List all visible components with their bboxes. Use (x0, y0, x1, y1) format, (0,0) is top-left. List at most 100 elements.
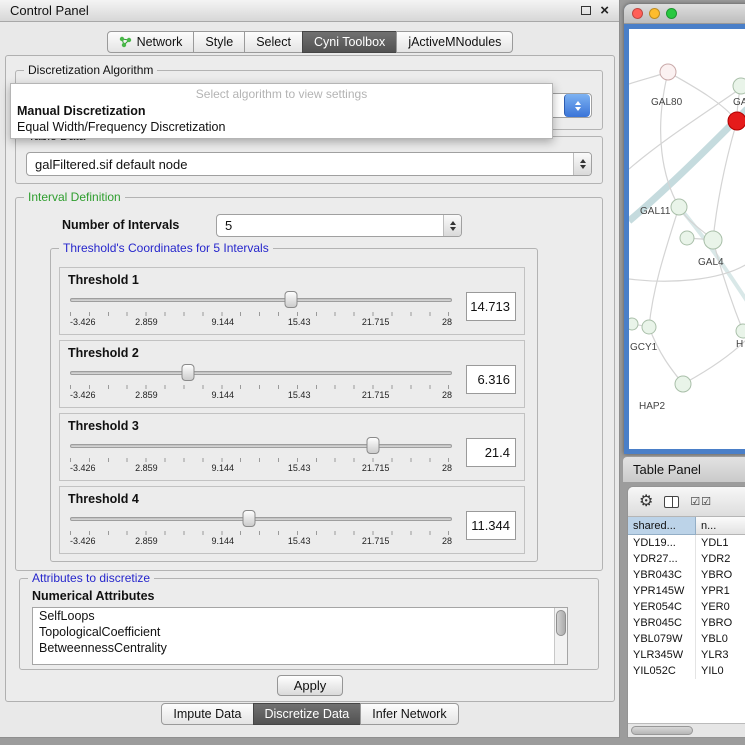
apply-button[interactable]: Apply (277, 675, 343, 696)
scale-label: 21.715 (362, 317, 390, 327)
close-traffic-light[interactable] (632, 8, 643, 19)
network-node[interactable] (675, 376, 691, 392)
network-node[interactable] (680, 231, 694, 245)
table-row[interactable]: YIL052CYIL0 (628, 663, 745, 679)
list-item[interactable]: SelfLoops (33, 608, 567, 624)
table-row[interactable]: YDR27...YDR2 (628, 551, 745, 567)
list-item[interactable]: BetweennessCentrality (33, 640, 567, 656)
table-row[interactable]: YPR145WYPR1 (628, 583, 745, 599)
combo-arrows-icon[interactable] (573, 153, 591, 175)
slider-track[interactable] (70, 517, 452, 521)
cyni-toolbox-panel: Discretization Algorithm Table Data galF… (5, 55, 615, 702)
scrollbar-thumb[interactable] (556, 610, 566, 636)
network-canvas[interactable]: GAL80 GA GAL11 GAL4 GCY1 HAP2 H (629, 29, 745, 449)
network-node[interactable] (704, 231, 722, 249)
network-node[interactable] (736, 324, 745, 338)
cell[interactable]: YLR345W (628, 647, 696, 663)
network-node[interactable] (660, 64, 676, 80)
float-window-icon[interactable] (581, 6, 591, 15)
table-panel-titlebar[interactable]: Table Panel (622, 456, 745, 482)
group-title: Threshold's Coordinates for 5 Intervals (59, 241, 273, 255)
minimize-traffic-light[interactable] (649, 8, 660, 19)
table-row[interactable]: YER054CYER0 (628, 599, 745, 615)
threshold-slider[interactable]: -3.426 2.859 9.144 15.43 21.715 28 (68, 508, 454, 550)
network-node[interactable] (671, 199, 687, 215)
scrollbar-thumb[interactable] (631, 726, 693, 735)
control-panel-titlebar[interactable]: Control Panel × (0, 0, 619, 22)
threshold-value-field[interactable]: 6.316 (466, 365, 516, 394)
threshold-slider[interactable]: -3.426 2.859 9.144 15.43 21.715 28 (68, 362, 454, 404)
gear-icon[interactable]: ⚙ (639, 494, 653, 510)
table-row[interactable]: YBL079WYBL0 (628, 631, 745, 647)
slider-track[interactable] (70, 371, 452, 375)
cell[interactable]: YDL19... (628, 535, 696, 551)
network-node[interactable] (629, 318, 638, 330)
number-of-intervals-combobox[interactable]: 5 (216, 214, 462, 237)
cell[interactable]: YER0 (696, 599, 745, 615)
cell[interactable]: YBR045C (628, 615, 696, 631)
group-title: Discretization Algorithm (24, 63, 157, 77)
slider-track[interactable] (70, 298, 452, 302)
threshold-value-field[interactable]: 14.713 (466, 292, 516, 321)
attributes-list[interactable]: SelfLoops TopologicalCoefficient Between… (32, 607, 568, 665)
table-horizontal-scrollbar[interactable] (628, 723, 745, 737)
cell[interactable]: YIL052C (628, 663, 696, 679)
scale-label: 28 (442, 317, 452, 327)
list-item[interactable]: TopologicalCoefficient (33, 624, 567, 640)
cell[interactable]: YBRO (696, 567, 745, 583)
threshold-value-field[interactable]: 11.344 (466, 511, 516, 540)
slider-thumb[interactable] (366, 437, 379, 454)
tab-jactivemnodules[interactable]: jActiveMNodules (396, 31, 513, 53)
scale-label: 15.43 (288, 536, 311, 546)
tab-select[interactable]: Select (244, 31, 303, 53)
slider-track[interactable] (70, 444, 452, 448)
slider-thumb[interactable] (181, 364, 194, 381)
cell[interactable]: YBL079W (628, 631, 696, 647)
network-node[interactable] (642, 320, 656, 334)
threshold-value-field[interactable]: 21.4 (466, 438, 516, 467)
zoom-traffic-light[interactable] (666, 8, 677, 19)
slider-scale: -3.426 2.859 9.144 15.43 21.715 28 (70, 463, 452, 475)
network-node[interactable] (733, 78, 745, 94)
combo-arrows-icon[interactable] (564, 94, 590, 117)
slider-thumb[interactable] (243, 510, 256, 527)
cell[interactable]: YBR043C (628, 567, 696, 583)
cell[interactable]: YDR27... (628, 551, 696, 567)
tab-network[interactable]: Network (107, 31, 195, 53)
tab-cyni-toolbox[interactable]: Cyni Toolbox (302, 31, 397, 53)
threshold-slider[interactable]: -3.426 2.859 9.144 15.43 21.715 28 (68, 435, 454, 477)
slider-thumb[interactable] (284, 291, 297, 308)
tab-infer-network[interactable]: Infer Network (360, 703, 458, 725)
cell[interactable]: YDR2 (696, 551, 745, 567)
select-all-checkboxes-icon[interactable]: ☑☑ (690, 495, 712, 508)
tab-discretize-data[interactable]: Discretize Data (253, 703, 362, 725)
columns-icon[interactable] (664, 496, 679, 508)
dropdown-item-manual-discretization[interactable]: Manual Discretization (11, 103, 552, 119)
threshold-slider[interactable]: -3.426 2.859 9.144 15.43 21.715 28 (68, 289, 454, 331)
network-window-titlebar[interactable] (624, 4, 745, 24)
cell[interactable]: YIL0 (696, 663, 745, 679)
table-data-combobox[interactable]: galFiltered.sif default node (26, 152, 592, 176)
cell[interactable]: YER054C (628, 599, 696, 615)
tab-style[interactable]: Style (193, 31, 245, 53)
cell[interactable]: YDL1 (696, 535, 745, 551)
table-row[interactable]: YBR045CYBRO (628, 615, 745, 631)
network-node-selected[interactable] (728, 112, 745, 130)
table-row[interactable]: YLR345WYLR3 (628, 647, 745, 663)
table-row[interactable]: YDL19...YDL1 (628, 535, 745, 551)
dropdown-item-equal-width[interactable]: Equal Width/Frequency Discretization (11, 119, 552, 135)
list-scrollbar[interactable] (554, 608, 567, 664)
tab-label: Impute Data (173, 707, 241, 721)
cell[interactable]: YPR1 (696, 583, 745, 599)
column-header-name[interactable]: n... (696, 517, 745, 535)
tab-impute-data[interactable]: Impute Data (161, 703, 253, 725)
combo-arrows-icon[interactable] (443, 215, 461, 236)
table-row[interactable]: YBR043CYBRO (628, 567, 745, 583)
column-header-shared-name[interactable]: shared... (628, 517, 696, 535)
cell[interactable]: YLR3 (696, 647, 745, 663)
cell[interactable]: YBRO (696, 615, 745, 631)
cell[interactable]: YPR145W (628, 583, 696, 599)
cell[interactable]: YBL0 (696, 631, 745, 647)
group-title: Attributes to discretize (28, 571, 154, 585)
close-icon[interactable]: × (600, 6, 609, 16)
